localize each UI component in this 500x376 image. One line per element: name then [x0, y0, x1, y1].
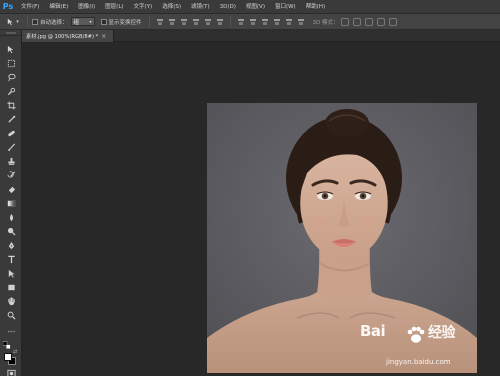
zoom-tool-icon[interactable] [5, 310, 17, 321]
clone-stamp-tool-icon[interactable] [5, 156, 17, 167]
more-tools-icon[interactable] [5, 326, 17, 337]
eyedropper-tool-icon[interactable] [5, 114, 17, 125]
distribute-right-icon[interactable] [297, 18, 305, 26]
auto-select-label: 自动选择： [40, 19, 68, 26]
watermark-site: jingyan.baidu.com [386, 358, 451, 366]
quick-mask-icon[interactable] [5, 368, 17, 376]
path-select-tool-icon[interactable] [5, 268, 17, 279]
menu-bar: Ps 文件(F) 编辑(E) 图像(I) 图层(L) 文字(Y) 选择(S) 滤… [0, 0, 500, 14]
swap-colors-icon[interactable]: ⇄ [13, 349, 17, 355]
foreground-color-swatch[interactable] [4, 353, 12, 361]
healing-brush-tool-icon[interactable] [5, 128, 17, 139]
menu-help[interactable]: 帮助(H) [301, 0, 330, 14]
history-brush-tool-icon[interactable] [5, 170, 17, 181]
3d-mode-label: 3D 模式： [312, 19, 339, 26]
distribute-hcenter-icon[interactable] [285, 18, 293, 26]
align-hcenter-icon[interactable] [204, 18, 212, 26]
quick-select-tool-icon[interactable] [5, 86, 17, 97]
3d-scale-icon[interactable] [388, 17, 397, 26]
align-vcenter-icon[interactable] [168, 18, 176, 26]
menu-3d[interactable]: 3D(D) [215, 0, 241, 14]
auto-select-value: 组 [73, 19, 80, 26]
chevron-down-icon: ▾ [89, 19, 92, 24]
show-transform-checkbox[interactable] [100, 18, 107, 25]
crop-tool-icon[interactable] [5, 100, 17, 111]
pen-tool-icon[interactable] [5, 240, 17, 251]
menu-edit[interactable]: 编辑(E) [44, 0, 73, 14]
hand-tool-icon[interactable] [5, 296, 17, 307]
distribute-vcenter-icon[interactable] [249, 18, 257, 26]
document-tab-bar: 素材.jpg @ 100%(RGB/8#) * × [22, 30, 500, 42]
align-left-icon[interactable] [192, 18, 200, 26]
paw-icon [407, 326, 425, 343]
watermark-logo-text-2: 经验 [428, 325, 456, 341]
auto-select-dropdown[interactable]: 组 ▾ [70, 17, 95, 26]
distribute-top-icon[interactable] [237, 18, 245, 26]
align-top-icon[interactable] [156, 18, 164, 26]
show-transform-label: 显示变换控件 [108, 19, 142, 26]
eraser-tool-icon[interactable] [5, 184, 17, 195]
menu-image[interactable]: 图像(I) [73, 0, 100, 14]
watermark-logo-text: Bai [360, 322, 386, 340]
menu-window[interactable]: 窗口(W) [270, 0, 301, 14]
photoshop-logo[interactable]: Ps [0, 0, 16, 14]
options-separator [27, 16, 28, 27]
rectangle-tool-icon[interactable] [5, 282, 17, 293]
document-tab-title: 素材.jpg @ 100%(RGB/8#) * [26, 33, 99, 40]
close-icon[interactable]: × [101, 33, 106, 40]
3d-drag-icon[interactable] [364, 17, 373, 26]
marquee-tool-icon[interactable] [5, 58, 17, 69]
gradient-tool-icon[interactable] [5, 198, 17, 209]
type-tool-icon[interactable] [5, 254, 17, 265]
align-buttons [154, 18, 226, 26]
menu-select[interactable]: 选择(S) [157, 0, 186, 14]
move-tool-icon[interactable] [5, 44, 17, 55]
blur-tool-icon[interactable] [5, 212, 17, 223]
options-separator [148, 16, 150, 27]
lasso-tool-icon[interactable] [5, 72, 17, 83]
auto-select-checkbox[interactable] [32, 18, 38, 25]
toolbox: ⇄ [0, 30, 22, 376]
options-separator [229, 16, 231, 27]
baidu-jingyan-watermark: Bai 经验 jingyan.baidu.com [360, 322, 480, 372]
document-tab[interactable]: 素材.jpg @ 100%(RGB/8#) * × [22, 30, 114, 42]
distribute-left-icon[interactable] [273, 18, 281, 26]
3d-rotate-icon[interactable] [340, 17, 349, 26]
menu-items: 文件(F) 编辑(E) 图像(I) 图层(L) 文字(Y) 选择(S) 滤镜(T… [16, 0, 330, 14]
3d-slide-icon[interactable] [376, 17, 385, 26]
3d-roll-icon[interactable] [352, 17, 361, 26]
menu-view[interactable]: 视图(V) [241, 0, 270, 14]
default-colors-icon[interactable] [3, 341, 11, 349]
align-bottom-icon[interactable] [180, 18, 188, 26]
menu-filter[interactable]: 滤镜(T) [186, 0, 215, 14]
brush-tool-icon[interactable] [5, 142, 17, 153]
align-right-icon[interactable] [216, 18, 224, 26]
toolbox-grip[interactable] [0, 30, 21, 36]
move-tool-preset-icon[interactable]: ▾ [3, 16, 23, 28]
options-bar: ▾ 自动选择： 组 ▾ 显示变换控件 3D 模式： [0, 14, 500, 30]
dodge-tool-icon[interactable] [5, 226, 17, 237]
menu-type[interactable]: 文字(Y) [129, 0, 158, 14]
menu-file[interactable]: 文件(F) [16, 0, 44, 14]
menu-layer[interactable]: 图层(L) [100, 0, 128, 14]
distribute-bottom-icon[interactable] [261, 18, 269, 26]
distribute-buttons [235, 18, 307, 26]
